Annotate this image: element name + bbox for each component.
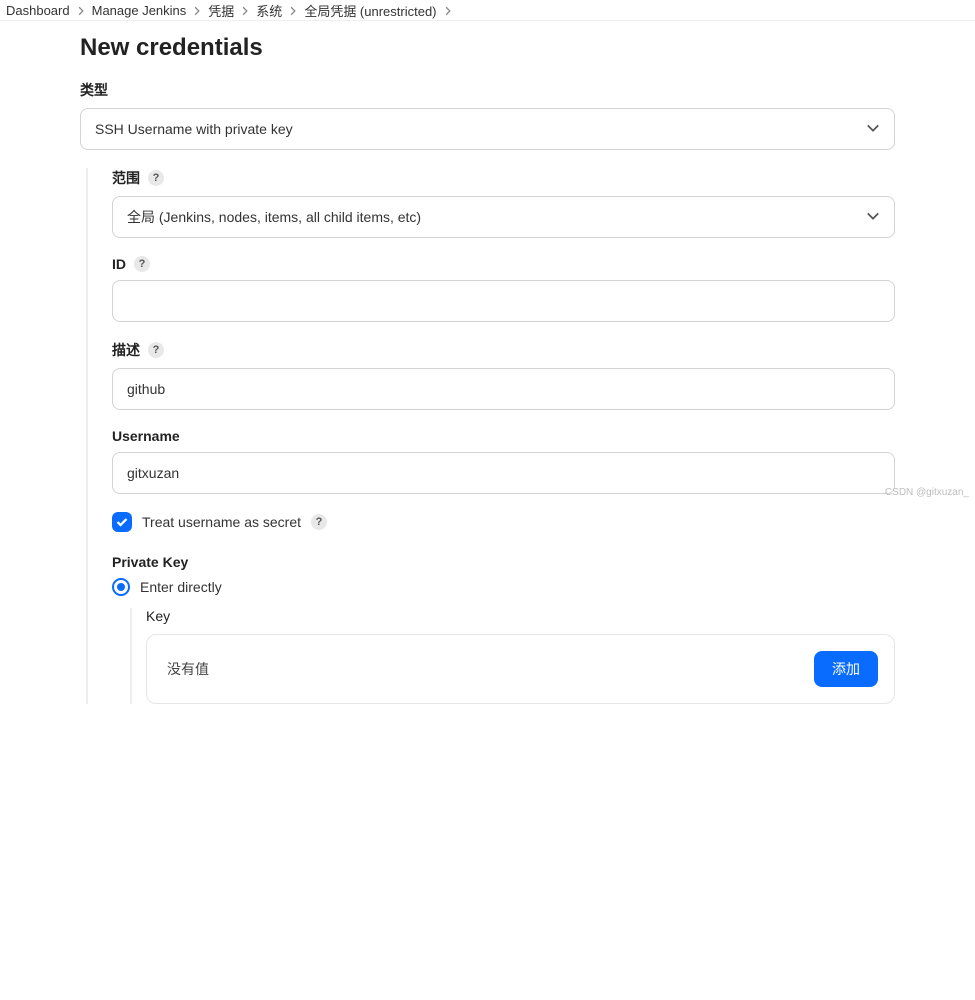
help-icon[interactable]: ?	[148, 342, 164, 358]
private-key-sub: Key 没有值 添加	[130, 608, 895, 704]
scope-value: 全局 (Jenkins, nodes, items, all child ite…	[127, 207, 421, 227]
chevron-down-icon	[866, 121, 880, 138]
chevron-down-icon	[866, 209, 880, 226]
enter-directly-label: Enter directly	[140, 579, 222, 595]
username-input[interactable]	[112, 452, 895, 494]
chevron-right-icon	[76, 6, 86, 16]
radio-dot-icon	[117, 583, 125, 591]
private-key-mode-row: Enter directly	[112, 578, 895, 596]
treat-secret-label: Treat username as secret	[142, 514, 301, 530]
check-icon	[116, 516, 128, 528]
field-treat-secret: Treat username as secret ?	[112, 512, 895, 532]
scope-select[interactable]: 全局 (Jenkins, nodes, items, all child ite…	[112, 196, 895, 238]
key-box: 没有值 添加	[146, 634, 895, 704]
page-title: New credentials	[80, 34, 975, 62]
field-type: 类型 SSH Username with private key	[80, 80, 895, 150]
enter-directly-radio[interactable]	[112, 578, 130, 596]
field-private-key: Private Key Enter directly Key 没有值 添加	[112, 554, 895, 704]
id-input[interactable]	[112, 280, 895, 322]
id-label: ID	[112, 256, 126, 272]
chevron-right-icon	[288, 6, 298, 16]
private-key-label: Private Key	[112, 554, 188, 570]
field-scope: 范围 ? 全局 (Jenkins, nodes, items, all chil…	[112, 168, 895, 238]
add-key-button[interactable]: 添加	[814, 651, 878, 687]
breadcrumb: Dashboard Manage Jenkins 凭据 系统 全局凭据 (unr…	[0, 0, 975, 22]
type-value: SSH Username with private key	[95, 121, 293, 137]
description-label: 描述	[112, 340, 140, 360]
breadcrumb-item-global-unrestricted[interactable]: 全局凭据 (unrestricted)	[304, 1, 436, 20]
treat-secret-checkbox[interactable]	[112, 512, 132, 532]
help-icon[interactable]: ?	[148, 170, 164, 186]
watermark: CSDN @gitxuzan_	[885, 487, 969, 498]
help-icon[interactable]: ?	[134, 256, 150, 272]
type-label: 类型	[80, 80, 108, 100]
chevron-right-icon	[192, 6, 202, 16]
help-icon[interactable]: ?	[311, 514, 327, 530]
chevron-right-icon	[443, 6, 453, 16]
key-label: Key	[146, 608, 170, 624]
type-select[interactable]: SSH Username with private key	[80, 108, 895, 150]
chevron-right-icon	[240, 6, 250, 16]
breadcrumb-item-credentials[interactable]: 凭据	[208, 1, 234, 20]
breadcrumb-item-manage-jenkins[interactable]: Manage Jenkins	[92, 3, 187, 18]
field-id: ID ?	[112, 256, 895, 322]
username-label: Username	[112, 428, 180, 444]
breadcrumb-item-dashboard[interactable]: Dashboard	[6, 3, 70, 18]
scope-label: 范围	[112, 168, 140, 188]
field-username: Username	[112, 428, 895, 494]
key-empty-text: 没有值	[167, 659, 209, 679]
description-input[interactable]	[112, 368, 895, 410]
breadcrumb-item-system[interactable]: 系统	[256, 1, 282, 20]
field-description: 描述 ?	[112, 340, 895, 410]
